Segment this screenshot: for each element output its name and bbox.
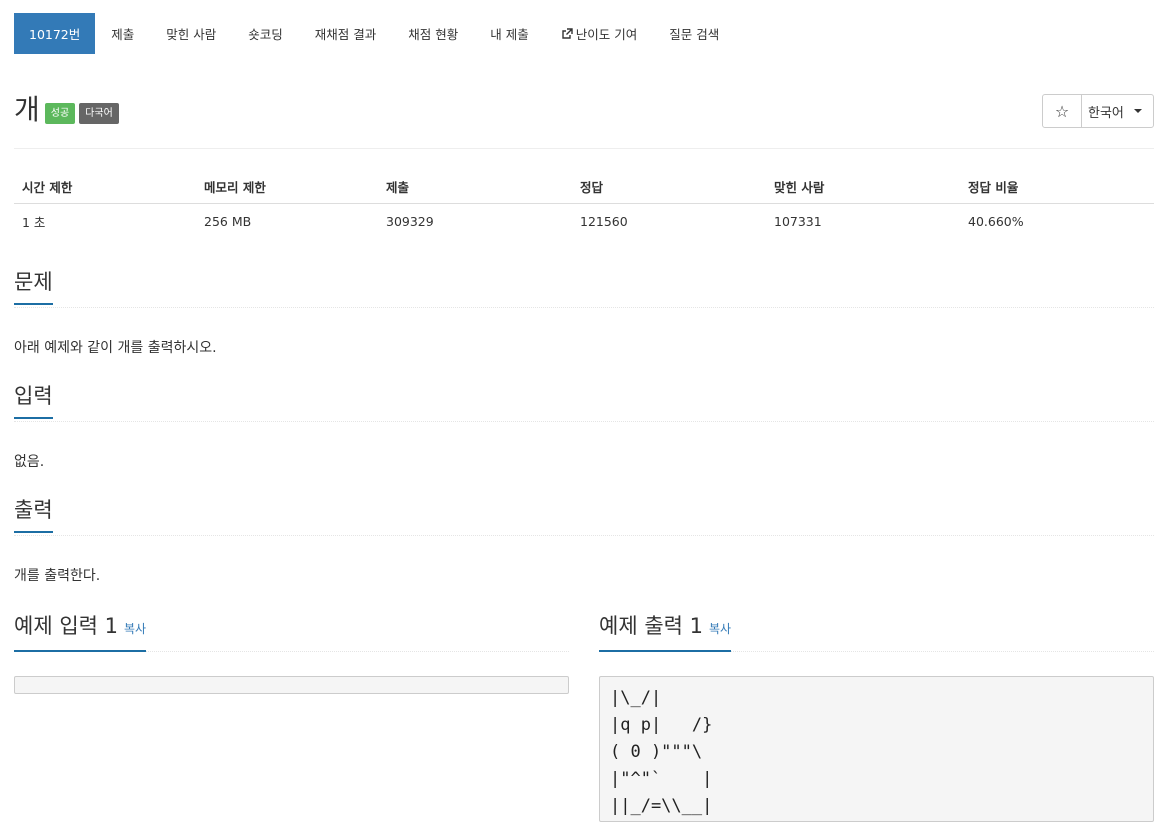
star-button[interactable]: ☆ [1042,94,1082,128]
input-heading: 입력 [14,382,53,419]
sample-input-box[interactable] [14,676,569,694]
value-accept-ratio: 40.660% [968,213,1024,229]
value-solved-users: 107331 [774,213,822,229]
sample-input-title: 예제 입력 1 복사 [14,612,147,652]
problem-headline: 문제 [14,268,1154,308]
tab-short-coding[interactable]: 숏코딩 [232,13,299,54]
tab-problem[interactable]: 10172번 [14,13,96,54]
problem-description: 아래 예제와 같이 개를 출력하시오. [14,340,217,356]
star-icon: ☆ [1054,101,1070,121]
output-headline: 출력 [14,496,1154,536]
multilang-badge: 다국어 [79,102,119,124]
header-time-limit: 시간 제한 [14,170,196,204]
value-accepted: 121560 [580,213,628,229]
tab-difficulty-contribution[interactable]: 난이도 기여 [545,13,653,54]
header-solved-users: 맞힌 사람 [766,170,960,204]
tab-question-search[interactable]: 질문 검색 [653,13,735,54]
sample-output-title: 예제 출력 1 복사 [599,612,732,652]
difficulty-label: 난이도 기여 [575,27,638,42]
value-memory-limit: 256 MB [204,213,252,229]
copy-sample-output-link[interactable]: 복사 [709,622,731,636]
value-time-limit: 1 초 [22,214,46,230]
header-memory-limit: 메모리 제한 [196,170,378,204]
sample-input-heading: 예제 입력 1 [14,614,118,638]
sample-output-headline: 예제 출력 1 복사 [599,612,1154,652]
stats-header-row: 시간 제한 메모리 제한 제출 정답 맞힌 사람 정답 비율 [14,170,1154,204]
sample-output-box[interactable]: |\_/| |q p| /} ( 0 )"""\ |"^"` | ||_/=\\… [599,676,1154,822]
output-description: 개를 출력한다. [14,568,101,584]
tab-my-submissions[interactable]: 내 제출 [474,13,544,54]
header-accepted: 정답 [572,170,766,204]
copy-sample-input-link[interactable]: 복사 [124,622,146,636]
problem-title: 개 [14,93,40,126]
tab-submit[interactable]: 제출 [95,13,150,54]
language-dropdown[interactable]: 한국어 [1081,94,1154,128]
problem-heading: 문제 [14,268,53,305]
tab-rejudge-results[interactable]: 재채점 결과 [299,13,392,54]
external-link-icon [562,27,573,39]
caret-down-icon [1133,109,1142,113]
problem-nav: 10172번 제출 맞힌 사람 숏코딩 재채점 결과 채점 현황 내 제출 난이… [14,13,735,54]
tab-solved-users[interactable]: 맞힌 사람 [150,13,232,54]
stats-value-row: 1 초 256 MB 309329 121560 107331 40.660% [14,203,1154,239]
header-accept-ratio: 정답 비율 [960,170,1154,204]
language-label: 한국어 [1088,105,1124,121]
problem-title-row: 개 성공 다국어 [14,92,119,128]
sample-output-heading: 예제 출력 1 [599,614,703,638]
output-heading: 출력 [14,496,53,533]
value-submissions: 309329 [386,213,434,229]
tab-status[interactable]: 채점 현황 [392,13,474,54]
success-badge: 성공 [44,102,76,124]
header-submissions: 제출 [378,170,572,204]
divider [14,148,1154,149]
problem-actions: ☆ 한국어 [1042,94,1154,128]
input-description: 없음. [14,454,45,470]
sample-input-headline: 예제 입력 1 복사 [14,612,569,652]
input-headline: 입력 [14,382,1154,422]
problem-stats-table: 시간 제한 메모리 제한 제출 정답 맞힌 사람 정답 비율 1 초 256 M… [14,170,1154,239]
